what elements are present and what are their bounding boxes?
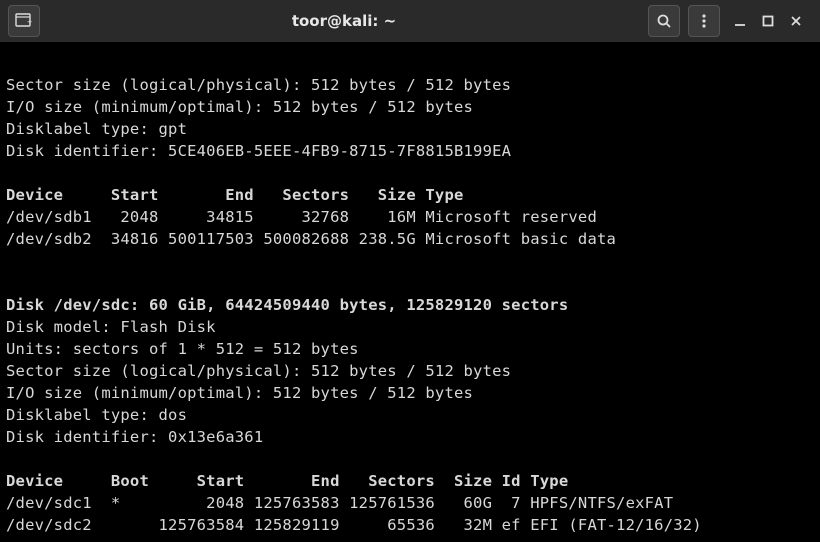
terminal-add-icon: + [15,13,33,29]
partition-row: /dev/sdc1 * 2048 125763583 125761536 60G… [6,494,673,512]
window-title: toor@kali: ~ [48,12,640,30]
disk-id-line: Disk identifier: 0x13e6a361 [6,428,263,446]
partition-row: /dev/sdb1 2048 34815 32768 16M Microsoft… [6,208,597,226]
window-controls [728,15,812,27]
kebab-menu-icon [696,13,712,29]
search-button[interactable] [648,5,680,37]
disk-model-line: Disk model: Flash Disk [6,318,216,336]
maximize-button[interactable] [762,15,778,27]
disk-id-line: Disk identifier: 5CE406EB-5EEE-4FB9-8715… [6,142,511,160]
minimize-icon [734,15,746,27]
svg-text:+: + [27,17,32,27]
close-button[interactable] [790,15,806,27]
partition-header: Device Boot Start End Sectors Size Id Ty… [6,472,568,490]
sector-size-line: Sector size (logical/physical): 512 byte… [6,362,511,380]
partition-row: /dev/sdb2 34816 500117503 500082688 238.… [6,230,616,248]
disk-summary-line: Disk /dev/sdc: 60 GiB, 64424509440 bytes… [6,296,568,314]
io-size-line: I/O size (minimum/optimal): 512 bytes / … [6,384,473,402]
units-line: Units: sectors of 1 * 512 = 512 bytes [6,340,359,358]
disklabel-line: Disklabel type: dos [6,406,187,424]
title-bar: + toor@kali: ~ [0,0,820,42]
minimize-button[interactable] [734,15,750,27]
maximize-icon [762,15,774,27]
search-icon [656,13,672,29]
partition-row: /dev/sdc2 125763584 125829119 65536 32M … [6,516,702,534]
terminal-output[interactable]: Sector size (logical/physical): 512 byte… [0,42,820,542]
menu-button[interactable] [688,5,720,37]
new-tab-button[interactable]: + [8,5,40,37]
io-size-line: I/O size (minimum/optimal): 512 bytes / … [6,98,473,116]
sector-size-line: Sector size (logical/physical): 512 byte… [6,76,511,94]
close-icon [790,15,802,27]
disklabel-line: Disklabel type: gpt [6,120,187,138]
partition-header: Device Start End Sectors Size Type [6,186,464,204]
